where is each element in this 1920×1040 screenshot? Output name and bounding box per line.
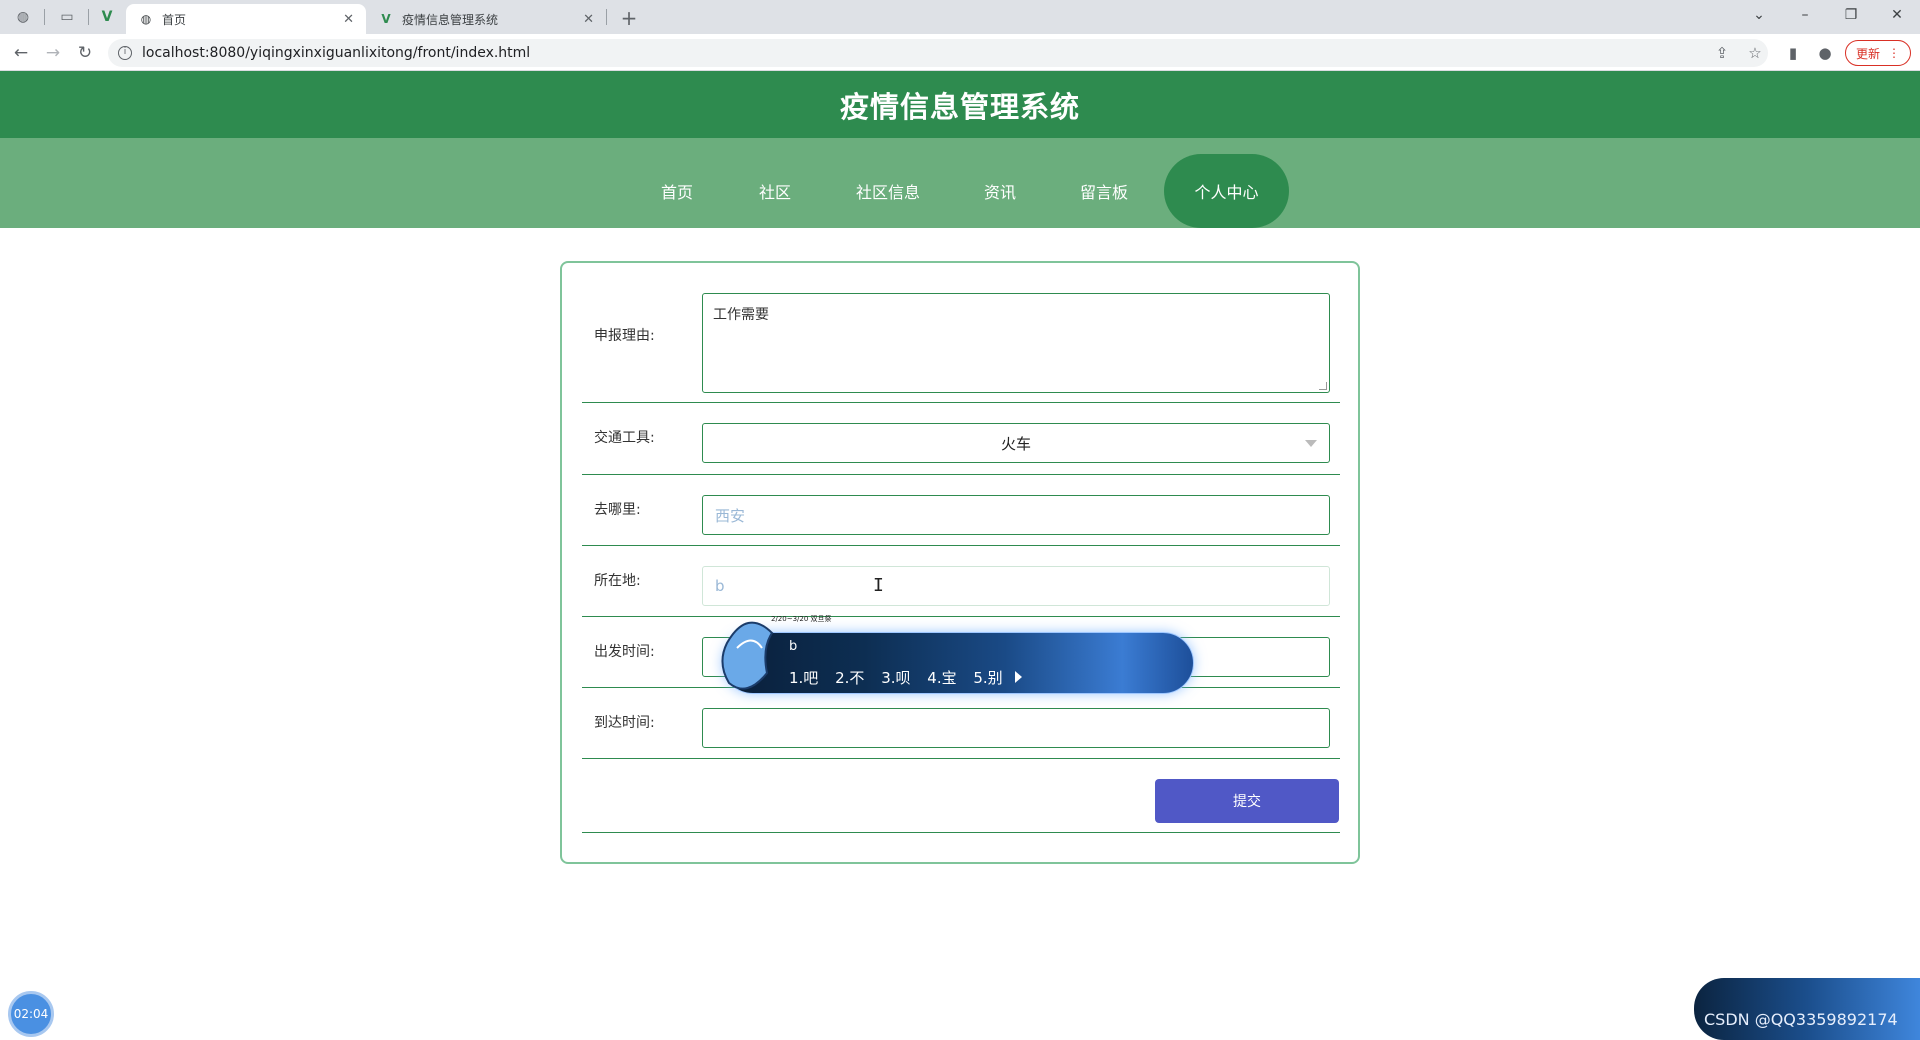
ime-candidate[interactable]: 5.别: [973, 669, 1002, 687]
ime-candidate-list: 1.吧 2.不 3.呗 4.宝 5.别: [789, 667, 1015, 688]
tab-separator: [44, 9, 45, 25]
nav-item-community[interactable]: 社区: [738, 154, 812, 228]
ime-candidate[interactable]: 1.吧: [789, 669, 818, 687]
transport-select[interactable]: 火车: [702, 423, 1330, 463]
minimize-button[interactable]: –: [1782, 0, 1828, 30]
forward-button[interactable]: →: [40, 40, 66, 66]
restore-button[interactable]: ❐: [1828, 0, 1874, 30]
reload-button[interactable]: ↻: [72, 40, 98, 66]
declaration-form: 申报理由: 工作需要 交通工具: 火车 去哪里: 西安 所在地: b 出发时间:…: [560, 261, 1360, 864]
nav-item-community-info[interactable]: 社区信息: [840, 154, 936, 228]
pinned-tab-vue-icon[interactable]: V: [92, 4, 122, 30]
address-bar[interactable]: i localhost:8080/yiqingxinxiguanlixitong…: [108, 39, 1768, 67]
close-tab-icon[interactable]: ✕: [583, 12, 594, 27]
nav-item-personal-center[interactable]: 个人中心: [1164, 154, 1289, 228]
update-button[interactable]: 更新 ⋮: [1845, 40, 1911, 66]
close-window-button[interactable]: ✕: [1874, 0, 1920, 30]
app-header: 疫情信息管理系统: [0, 71, 1920, 138]
tab-search-chevron-icon[interactable]: ⌄: [1736, 0, 1782, 30]
tab-separator: [606, 9, 607, 25]
destination-label: 去哪里:: [594, 502, 641, 518]
location-value: b: [715, 577, 725, 595]
ime-banner-text: 2/20~3/20 双旦祭: [771, 615, 832, 623]
reason-label: 申报理由:: [594, 328, 655, 344]
recording-timer-badge: 02:04: [8, 991, 54, 1037]
url-text: localhost:8080/yiqingxinxiguanlixitong/f…: [142, 45, 531, 61]
chevron-down-icon: [1305, 440, 1317, 447]
back-button[interactable]: ←: [8, 40, 34, 66]
arrive-time-input[interactable]: [702, 708, 1330, 748]
vue-icon: V: [381, 12, 391, 26]
side-panel-icon[interactable]: ▮: [1780, 40, 1806, 66]
main-nav: 首页 社区 社区信息 资讯 留言板 个人中心: [0, 138, 1920, 228]
globe-icon: ◍: [140, 12, 152, 26]
tab-separator: [88, 9, 89, 25]
new-tab-button[interactable]: +: [616, 5, 642, 31]
resize-grip-icon[interactable]: [1319, 382, 1327, 390]
reason-value: 工作需要: [713, 307, 769, 323]
browser-toolbar: ← → ↻ i localhost:8080/yiqingxinxiguanli…: [0, 34, 1920, 71]
form-row-destination: 去哪里: 西安: [582, 475, 1340, 546]
depart-time-label: 出发时间:: [594, 644, 655, 660]
site-info-icon[interactable]: i: [118, 46, 132, 60]
watermark-text: CSDN @QQ3359892174: [1704, 1010, 1898, 1029]
ime-composition: b: [789, 639, 798, 654]
location-input[interactable]: b: [702, 566, 1330, 606]
transport-value: 火车: [1000, 434, 1031, 453]
update-label: 更新: [1855, 46, 1880, 61]
ime-next-page-icon[interactable]: [1015, 671, 1022, 683]
nav-item-message-board[interactable]: 留言板: [1064, 154, 1144, 228]
destination-value: 西安: [715, 506, 746, 525]
profile-avatar-icon[interactable]: ●: [1812, 40, 1838, 66]
text-cursor-icon: I: [873, 575, 884, 596]
pinned-tab-blank-icon[interactable]: ▭: [52, 4, 82, 30]
form-row-submit: 提交: [582, 759, 1340, 833]
form-row-location: 所在地: b: [582, 546, 1340, 617]
reason-textarea[interactable]: 工作需要: [702, 293, 1330, 393]
nav-item-home[interactable]: 首页: [640, 154, 714, 228]
form-row-arrive-time: 到达时间:: [582, 688, 1340, 759]
ime-candidate-window[interactable]: 2/20~3/20 双旦祭 b 1.吧 2.不 3.呗 4.宝 5.别: [721, 615, 1194, 694]
browser-tab-system[interactable]: V 疫情信息管理系统 ✕: [366, 4, 606, 34]
pinned-tab-globe-icon[interactable]: ◍: [8, 4, 38, 30]
menu-dots-icon: ⋮: [1888, 46, 1900, 60]
ime-candidate[interactable]: 2.不: [835, 669, 864, 687]
page-title: 疫情信息管理系统: [839, 89, 1080, 124]
arrive-time-label: 到达时间:: [594, 715, 655, 731]
destination-input[interactable]: 西安: [702, 495, 1330, 535]
nav-item-news[interactable]: 资讯: [962, 154, 1038, 228]
bookmark-star-icon[interactable]: ☆: [1742, 40, 1768, 66]
form-row-transport: 交通工具: 火车: [582, 403, 1340, 475]
browser-tab-strip: ◍ ▭ V ◍ 首页 ✕ V 疫情信息管理系统 ✕ + ⌄ – ❐ ✕: [0, 0, 1920, 34]
ime-candidate[interactable]: 4.宝: [927, 669, 956, 687]
submit-button[interactable]: 提交: [1155, 779, 1339, 823]
form-row-reason: 申报理由: 工作需要: [582, 263, 1340, 403]
browser-tab-home[interactable]: ◍ 首页 ✕: [126, 4, 366, 34]
ime-candidate[interactable]: 3.呗: [881, 669, 910, 687]
tab-title: 疫情信息管理系统: [402, 12, 499, 27]
transport-label: 交通工具:: [594, 430, 655, 446]
location-label: 所在地:: [594, 573, 641, 589]
watermark-image: [1694, 978, 1920, 1040]
close-tab-icon[interactable]: ✕: [343, 12, 354, 27]
tab-title: 首页: [162, 12, 187, 27]
share-icon[interactable]: ⇪: [1709, 40, 1735, 66]
